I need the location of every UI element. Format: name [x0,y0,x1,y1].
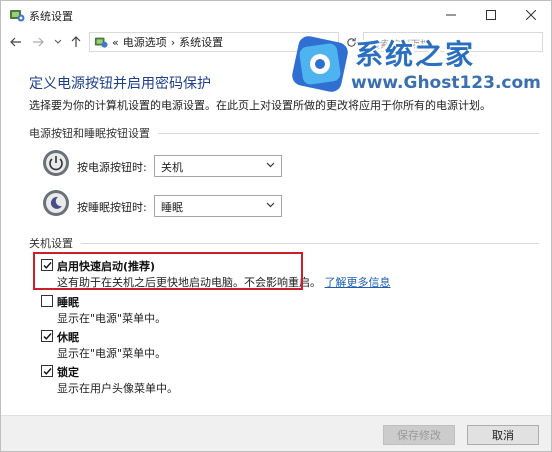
power-buttons-section-heading: 电源按钮和睡眠按钮设置 [29,125,539,141]
fast-startup-desc-text: 这有助于在关机之后更快地启动电脑。不会影响重启。 [57,276,321,289]
arrow-left-icon [10,37,21,47]
section-title: 电源按钮和睡眠按钮设置 [29,127,150,140]
sleep-button-action-value: 睡眠 [161,201,183,214]
control-panel-icon [94,37,108,48]
minimize-button[interactable] [431,1,471,29]
power-button-action-value: 关机 [161,161,183,174]
checkmark-icon [43,368,52,375]
fast-startup-description: 这有助于在关机之后更快地启动电脑。不会影响重启。 了解更多信息 [57,274,391,290]
page-description: 选择要为你的计算机设置的电源设置。在此页上对设置所做的更改将应用于你所有的电源计… [29,99,491,112]
sleep-button-label: 按睡眠按钮时: [77,201,147,214]
fast-startup-checkbox[interactable] [41,259,53,271]
power-button-label: 按电源按钮时: [77,161,147,174]
lock-description: 显示在用户头像菜单中。 [57,382,178,395]
power-button-action-select[interactable]: 关机 [154,155,282,177]
sleep-button-action-select[interactable]: 睡眠 [154,195,282,217]
chevron-down-icon [54,39,62,44]
checkmark-icon [43,262,52,269]
sleep-checkbox[interactable] [41,295,53,307]
window-title: 系统设置 [29,10,73,23]
control-panel-icon [10,10,25,22]
refresh-button[interactable] [343,32,359,52]
breadcrumb-separator: › [170,35,176,49]
minimize-icon [446,14,456,16]
section-divider [81,242,539,244]
chevron-down-icon [266,202,275,208]
breadcrumb-system-settings[interactable]: 系统设置 [179,34,223,50]
arrow-right-icon [33,37,44,47]
sleep-label[interactable]: 睡眠 [57,294,79,310]
checkmark-icon [43,333,52,340]
footer-bar: 保存修改 取消 [1,415,551,451]
recent-locations-button[interactable] [49,32,67,52]
up-button[interactable] [67,32,85,52]
fast-startup-label[interactable]: 启用快速启动(推荐) [57,258,155,274]
title-bar: 系统设置 [1,1,551,29]
system-settings-window: 系统设置 « 电源选项 › 系统设置 搜索控制面板 系统之家 www.Ghost… [0,0,552,452]
breadcrumb-power-options[interactable]: 电源选项 [123,34,167,50]
refresh-icon [346,37,356,47]
address-bar[interactable]: « 电源选项 › 系统设置 [89,32,339,52]
section-title: 关机设置 [29,237,73,250]
hibernate-checkbox[interactable] [41,330,53,342]
back-button[interactable] [7,32,25,52]
shutdown-settings-section-heading: 关机设置 [29,235,539,251]
lock-checkbox[interactable] [41,365,53,377]
maximize-icon [486,10,496,20]
power-button-icon [43,150,69,176]
close-icon [526,10,536,20]
breadcrumb-overflow[interactable]: « [112,36,119,49]
navigation-bar: « 电源选项 › 系统设置 搜索控制面板 [1,29,551,55]
learn-more-link[interactable]: 了解更多信息 [325,276,391,289]
page-title: 定义电源按钮并启用密码保护 [29,76,211,92]
hibernate-description: 显示在"电源"菜单中。 [57,347,167,360]
search-input[interactable]: 搜索控制面板 [363,32,543,52]
section-divider [158,132,539,134]
hibernate-label[interactable]: 休眠 [57,329,79,345]
chevron-down-icon [266,162,275,168]
lock-label[interactable]: 锁定 [57,364,79,380]
cancel-button[interactable]: 取消 [467,425,539,445]
sleep-description: 显示在"电源"菜单中。 [57,312,167,325]
sleep-button-icon [43,190,69,216]
close-button[interactable] [511,1,551,29]
forward-button[interactable] [29,32,47,52]
arrow-up-icon [71,36,81,47]
main-content: 定义电源按钮并启用密码保护 选择要为你的计算机设置的电源设置。在此页上对设置所做… [1,55,551,415]
save-changes-button[interactable]: 保存修改 [383,425,455,445]
maximize-button[interactable] [471,1,511,29]
